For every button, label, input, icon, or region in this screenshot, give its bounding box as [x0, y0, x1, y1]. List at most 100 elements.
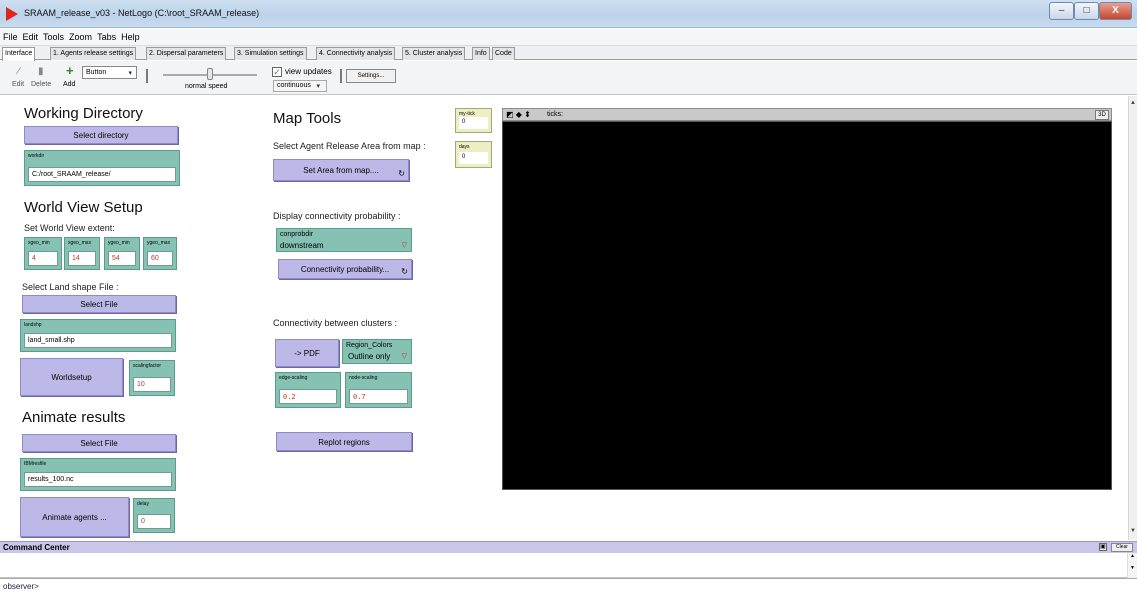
connectivity-probability-button[interactable]: Connectivity probability... ↻: [278, 259, 412, 279]
pdf-export-button[interactable]: -> PDF: [275, 339, 339, 367]
ibmresfile-field[interactable]: results_100.nc: [24, 472, 172, 487]
maximize-button[interactable]: □: [1074, 2, 1099, 20]
workdir-input[interactable]: workdir C:/root_SRAAM_release/: [24, 150, 180, 186]
menu-zoom[interactable]: Zoom: [66, 29, 94, 42]
edge-scaling-field[interactable]: 0.2: [279, 389, 337, 404]
toolbar-separator: [340, 69, 342, 83]
tab-cluster-analysis[interactable]: 5. Cluster analysis: [402, 47, 466, 60]
landshp-field[interactable]: land_small.shp: [24, 333, 172, 348]
xgeo-max-field[interactable]: 14: [68, 251, 96, 266]
world-view[interactable]: [502, 121, 1112, 490]
conprobdir-chooser[interactable]: conprobdir downstream ▽: [276, 228, 412, 252]
delete-label[interactable]: Delete: [31, 81, 51, 88]
xgeo-max-input[interactable]: xgeo_max 14: [64, 237, 100, 270]
add-icon[interactable]: +: [66, 63, 74, 78]
ygeo-min-input[interactable]: ygeo_min 54: [104, 237, 140, 270]
days-value: 0: [459, 152, 488, 164]
update-mode-select[interactable]: continuous ▾: [273, 80, 327, 92]
observer-prompt[interactable]: observer>: [3, 582, 39, 591]
tab-simulation-settings[interactable]: 3. Simulation settings: [234, 47, 307, 60]
days-label: days: [459, 144, 470, 150]
view-updates-checkbox[interactable]: ✓: [272, 67, 282, 77]
edit-label[interactable]: Edit: [12, 81, 24, 88]
xgeo-min-field[interactable]: 4: [28, 251, 58, 266]
expand-icon[interactable]: ▣: [1099, 543, 1107, 551]
xgeo-max-label: xgeo_max: [68, 240, 92, 246]
clear-button[interactable]: Clear: [1111, 543, 1133, 552]
widget-type-select[interactable]: Button ▾: [82, 66, 137, 79]
scalingfactor-label: scalingfactor: [133, 363, 162, 369]
workdir-field[interactable]: C:/root_SRAAM_release/: [28, 167, 176, 182]
select-directory-button[interactable]: Select directory: [24, 126, 178, 144]
close-button[interactable]: X: [1099, 2, 1132, 20]
xgeo-min-input[interactable]: xgeo_min 4: [24, 237, 62, 270]
working-directory-heading: Working Directory: [24, 105, 143, 122]
connectivity-probability-label: Connectivity probability...: [300, 265, 390, 274]
chevron-down-icon: ▾: [316, 83, 320, 90]
delay-input[interactable]: delay 0: [133, 498, 175, 533]
output-scrollbar[interactable]: ▲ ▼: [1127, 553, 1137, 578]
view-3d-button[interactable]: 3D: [1095, 110, 1109, 120]
set-area-from-map-button[interactable]: Set Area from map.... ↻: [273, 159, 409, 181]
add-label[interactable]: Add: [63, 81, 75, 88]
ticks-label: ticks:: [547, 111, 563, 118]
chevron-down-icon: ▾: [128, 70, 132, 77]
command-output: ▲ ▼: [0, 553, 1137, 578]
region-colors-label: Region_Colors: [346, 342, 393, 349]
tab-agents-release-settings[interactable]: 1. Agents release settings: [50, 47, 137, 60]
ygeo-max-field[interactable]: 60: [147, 251, 173, 266]
view-updates-label[interactable]: view updates: [285, 67, 332, 76]
minimize-button[interactable]: –: [1049, 2, 1074, 20]
scalingfactor-field[interactable]: 10: [133, 377, 171, 392]
scroll-up-icon[interactable]: ▲: [1130, 100, 1136, 106]
my-tick-value: 0: [459, 117, 488, 129]
edge-scaling-input[interactable]: edge-scaling 0.2: [275, 372, 341, 408]
ygeo-max-label: ygeo_max: [147, 240, 171, 246]
delete-icon[interactable]: ▮: [38, 66, 44, 77]
menu-edit[interactable]: Edit: [20, 29, 41, 42]
region-colors-chooser[interactable]: Region_Colors Outline only ▽: [342, 339, 412, 364]
edge-scaling-label: edge-scaling: [279, 375, 308, 381]
tab-info[interactable]: Info: [472, 47, 490, 60]
workspace-scrollbar[interactable]: ▲ ▼: [1128, 96, 1137, 540]
view-control-icons[interactable]: ◩ ◆ ⬍: [506, 110, 531, 119]
node-scaling-label: node-scaling: [349, 375, 378, 381]
command-input[interactable]: [47, 581, 1117, 592]
delay-field[interactable]: 0: [137, 514, 171, 529]
landshp-label: landshp: [24, 322, 42, 328]
landshp-input[interactable]: landshp land_small.shp: [20, 319, 176, 352]
set-area-label: Set Area from map....: [303, 166, 379, 175]
menu-help[interactable]: Help: [118, 29, 142, 42]
chevron-down-icon: ▽: [401, 242, 407, 249]
edit-icon[interactable]: ∕: [18, 66, 20, 77]
settings-button[interactable]: Settings...: [346, 69, 396, 83]
menu-tabs[interactable]: Tabs: [94, 29, 118, 42]
worldsetup-button[interactable]: Worldsetup: [20, 358, 123, 396]
view-header: ◩ ◆ ⬍ ticks: 3D: [502, 108, 1112, 121]
animate-agents-button[interactable]: Animate agents ...: [20, 497, 129, 537]
title-bar: SRAAM_release_v03 - NetLogo (C:\root_SRA…: [0, 0, 1137, 28]
ygeo-max-input[interactable]: ygeo_max 60: [143, 237, 177, 270]
tab-interface[interactable]: Interface: [2, 47, 36, 61]
node-scaling-input[interactable]: node-scaling 0.7: [345, 372, 412, 408]
menu-file[interactable]: File: [0, 29, 20, 42]
ibmresfile-input[interactable]: IBMresfile results_100.nc: [20, 458, 176, 491]
speed-label: normal speed: [185, 83, 228, 90]
select-land-file-button[interactable]: Select File: [22, 295, 176, 313]
ygeo-min-field[interactable]: 54: [108, 251, 136, 266]
select-results-file-button[interactable]: Select File: [22, 434, 176, 452]
scroll-down-icon[interactable]: ▼: [1130, 528, 1136, 534]
menu-tools[interactable]: Tools: [40, 29, 66, 42]
forever-icon: ↻: [401, 267, 408, 276]
replot-regions-button[interactable]: Replot regions: [276, 432, 412, 451]
tab-code[interactable]: Code: [492, 47, 515, 60]
tab-connectivity-analysis[interactable]: 4. Connectivity analysis: [316, 47, 396, 60]
speed-slider-thumb[interactable]: [207, 68, 213, 80]
my-tick-monitor: my-tick 0: [455, 108, 492, 133]
map-tools-heading: Map Tools: [273, 110, 342, 127]
node-scaling-field[interactable]: 0.7: [349, 389, 408, 404]
scalingfactor-input[interactable]: scalingfactor 10: [129, 360, 175, 396]
region-colors-value: Outline only: [348, 352, 391, 361]
tab-dispersal-parameters[interactable]: 2. Dispersal parameters: [146, 47, 227, 60]
clusters-note: Connectivity between clusters :: [273, 318, 398, 328]
